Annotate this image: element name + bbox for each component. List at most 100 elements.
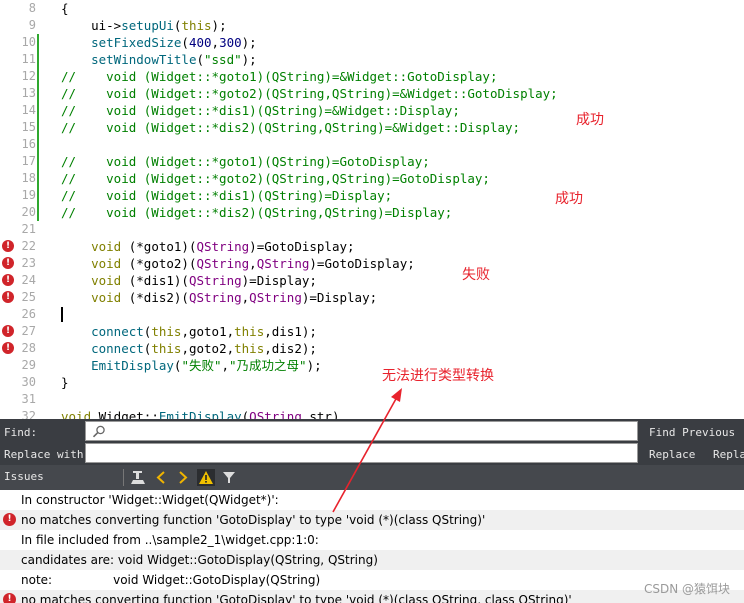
line-number: 29 [21, 358, 36, 372]
code-line[interactable]: ! 25 void (*dis2)(QString,QString)=Displa… [0, 289, 744, 306]
find-label: Find: [4, 426, 38, 439]
toolbar-separator [123, 469, 124, 486]
code-line[interactable]: ! 27 connect(this,goto1,this,dis1); [0, 323, 744, 340]
issue-row[interactable]: candidates are: void Widget::GotoDisplay… [0, 550, 744, 570]
search-icon [92, 425, 105, 438]
code-text: // void (Widget::*dis2)(QString,QString)… [61, 120, 521, 135]
issue-row[interactable]: In constructor 'Widget::Widget(QWidget*)… [0, 490, 744, 510]
error-marker-icon[interactable]: ! [2, 291, 14, 303]
find-previous-button[interactable]: Find Previous [649, 426, 735, 439]
find-input[interactable] [85, 421, 638, 441]
error-marker-icon[interactable]: ! [2, 240, 14, 252]
replace-button[interactable]: Replace [649, 448, 695, 461]
code-line[interactable]: ! 24 void (*dis1)(QString)=Display; [0, 272, 744, 289]
code-line[interactable]: 20 // void (Widget::*dis2)(QString,QStrin… [0, 204, 744, 221]
error-marker-icon[interactable]: ! [2, 325, 14, 337]
line-number: 28 [21, 341, 36, 355]
issue-row[interactable]: ! no matches converting function 'GotoDis… [0, 590, 744, 603]
issue-row[interactable]: note: void Widget::GotoDisplay(QString) [0, 570, 744, 590]
annotation-success-1: 成功 [576, 112, 604, 128]
previous-issue-icon[interactable] [155, 469, 167, 486]
code-line[interactable]: 32 void Widget::EmitDisplay(QString str) [0, 408, 744, 419]
error-marker-icon[interactable]: ! [2, 342, 14, 354]
issue-row[interactable]: In file included from ..\sample2_1\widge… [0, 530, 744, 550]
line-number: 32 [21, 409, 36, 419]
code-line[interactable]: 8{ [0, 0, 744, 17]
line-number: 13 [21, 86, 36, 100]
modified-line-indicator [37, 85, 39, 102]
line-number: 23 [21, 256, 36, 270]
code-line[interactable]: 19 // void (Widget::*dis1)(QString)=Displ… [0, 187, 744, 204]
modified-line-indicator [37, 170, 39, 187]
replace-input[interactable] [85, 443, 638, 463]
code-text: } [61, 375, 69, 390]
code-line[interactable]: 14 // void (Widget::*dis1)(QString)=&Widg… [0, 102, 744, 119]
line-number: 12 [21, 69, 36, 83]
code-line[interactable]: 15 // void (Widget::*dis2)(QString,QStrin… [0, 119, 744, 136]
text-caret [61, 307, 63, 322]
next-issue-icon[interactable] [177, 469, 189, 486]
code-line[interactable]: 10 setFixedSize(400,300); [0, 34, 744, 51]
modified-line-indicator [37, 119, 39, 136]
modified-line-indicator [37, 204, 39, 221]
code-line[interactable]: 13 // void (Widget::*goto2)(QString,QStri… [0, 85, 744, 102]
code-text: void (*dis2)(QString,QString)=Display; [91, 290, 378, 305]
code-line[interactable]: 30} [0, 374, 744, 391]
code-text: // void (Widget::*goto1)(QString)=GotoDi… [61, 154, 430, 169]
code-text: EmitDisplay("失败","乃成功之母"); [91, 358, 322, 373]
code-line[interactable]: 18 // void (Widget::*goto2)(QString,QStri… [0, 170, 744, 187]
code-line[interactable]: 31 [0, 391, 744, 408]
issue-row[interactable]: ! no matches converting function 'GotoDis… [0, 510, 744, 530]
code-line[interactable]: 16 [0, 136, 744, 153]
filter-icon[interactable] [221, 469, 237, 486]
watermark: CSDN @猿饵块 [643, 582, 730, 596]
error-icon: ! [3, 513, 16, 526]
line-number: 16 [21, 137, 36, 151]
modified-line-indicator [37, 153, 39, 170]
code-line[interactable]: 12 // void (Widget::*goto1)(QString)=&Wid… [0, 68, 744, 85]
issue-text: no matches converting function 'GotoDisp… [21, 593, 572, 603]
annotation-failure: 失败 [462, 267, 490, 283]
code-line[interactable]: 17 // void (Widget::*goto1)(QString)=Goto… [0, 153, 744, 170]
replace-all-button[interactable]: Repla [713, 448, 744, 461]
issue-text: In constructor 'Widget::Widget(QWidget*)… [21, 493, 279, 507]
line-number: 9 [28, 18, 36, 32]
code-line[interactable]: 9 ui->setupUi(this); [0, 17, 744, 34]
code-line[interactable]: ! 28 connect(this,goto2,this,dis2); [0, 340, 744, 357]
code-line[interactable]: ! 23 void (*goto2)(QString,QString)=GotoD… [0, 255, 744, 272]
code-text: // void (Widget::*goto2)(QString,QString… [61, 86, 558, 101]
line-number: 11 [21, 52, 36, 66]
modified-line-indicator [37, 68, 39, 85]
issues-list[interactable]: In constructor 'Widget::Widget(QWidget*)… [0, 490, 744, 603]
code-text: connect(this,goto2,this,dis2); [91, 341, 317, 356]
code-text: void Widget::EmitDisplay(QString str) [61, 409, 340, 419]
code-editor[interactable]: 8{9 ui->setupUi(this); 10 setFixedSize(40… [0, 0, 744, 419]
code-line[interactable]: ! 22 void (*goto1)(QString)=GotoDisplay; [0, 238, 744, 255]
annotation-cannot-convert: 无法进行类型转换 [382, 368, 494, 384]
modified-line-indicator [37, 51, 39, 68]
code-line[interactable]: 29 EmitDisplay("失败","乃成功之母"); [0, 357, 744, 374]
clean-issues-icon[interactable] [130, 469, 148, 486]
modified-line-indicator [37, 34, 39, 51]
find-replace-bar: Find: Replace with: Find Previous Replac… [0, 419, 744, 465]
modified-line-indicator [37, 136, 39, 153]
line-number: 20 [21, 205, 36, 219]
line-number: 8 [28, 1, 36, 15]
issue-text: In file included from ..\sample2_1\widge… [21, 533, 319, 547]
code-text: { [61, 1, 69, 16]
code-line[interactable]: 11 setWindowTitle("ssd"); [0, 51, 744, 68]
code-text: setWindowTitle("ssd"); [91, 52, 257, 67]
error-marker-icon[interactable]: ! [2, 274, 14, 286]
replace-label: Replace with: [4, 448, 91, 461]
line-number: 22 [21, 239, 36, 253]
code-text: // void (Widget::*dis1)(QString)=&Widget… [61, 103, 460, 118]
code-text: connect(this,goto1,this,dis1); [91, 324, 317, 339]
line-number: 27 [21, 324, 36, 338]
code-text: ui->setupUi(this); [61, 18, 227, 33]
error-marker-icon[interactable]: ! [2, 257, 14, 269]
warning-filter-icon[interactable] [197, 469, 215, 486]
code-line[interactable]: 21 [0, 221, 744, 238]
issue-text: no matches converting function 'GotoDisp… [21, 513, 486, 527]
code-line[interactable]: 26 [0, 306, 744, 323]
code-text: setFixedSize(400,300); [91, 35, 257, 50]
